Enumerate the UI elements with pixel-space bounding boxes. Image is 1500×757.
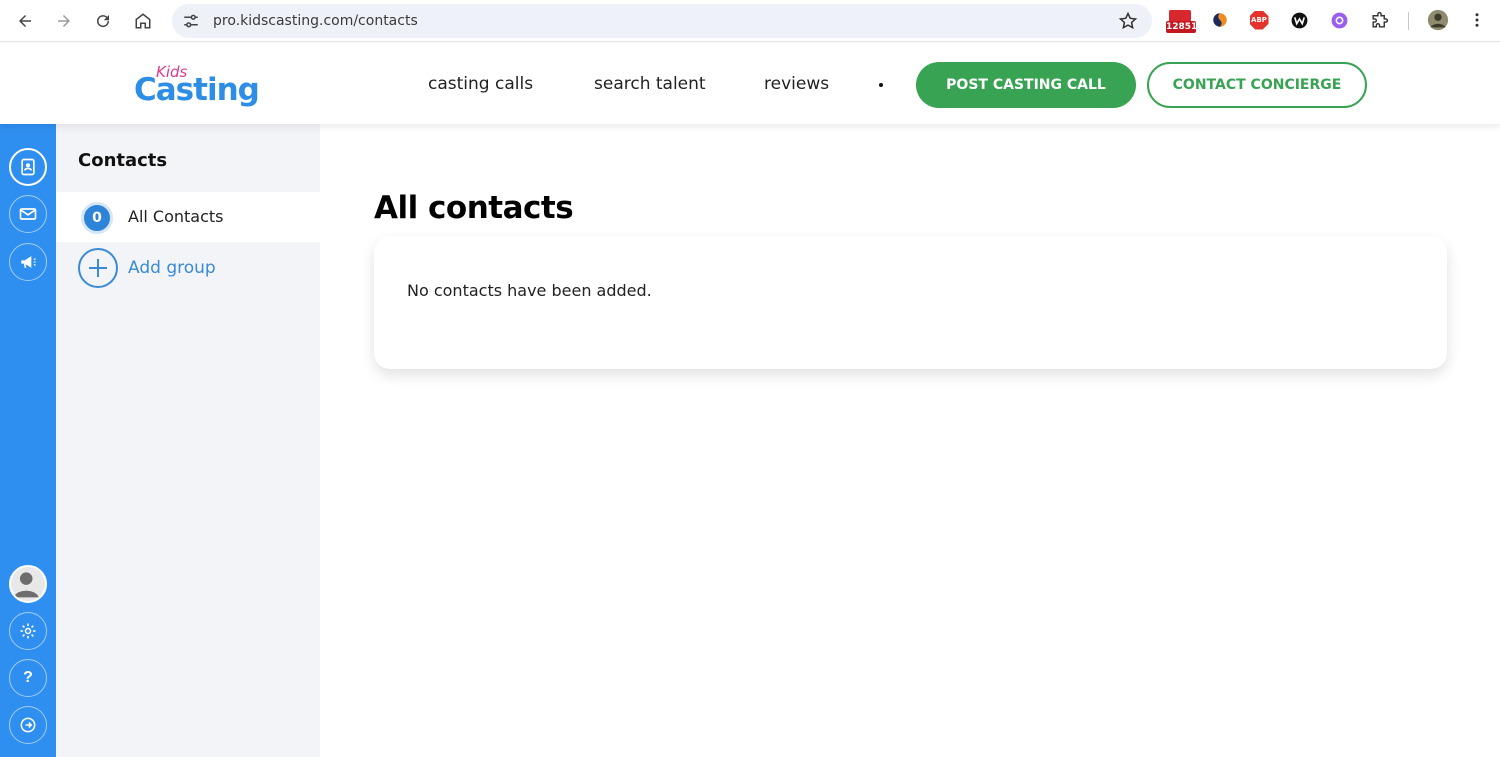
user-avatar[interactable] [9,565,47,603]
sidebar-item-all-contacts[interactable]: 0 All Contacts [56,192,320,242]
extension-purple-icon[interactable] [1328,9,1350,31]
site-header: Kids Casting casting calls search talent… [0,43,1500,124]
sidebar-item-label: All Contacts [128,207,224,226]
nav-casting-calls[interactable]: casting calls [428,74,533,94]
profile-avatar-icon[interactable] [1427,9,1449,31]
url-text: pro.kidscasting.com/contacts [213,13,418,29]
contacts-icon [21,158,35,176]
back-button[interactable] [10,6,40,36]
nav-reviews[interactable]: reviews [764,74,829,94]
megaphone-icon [21,256,36,268]
arrow-right-icon [58,15,70,27]
bookmark-star-icon[interactable] [1118,11,1138,31]
mail-icon [19,208,37,220]
arrow-left-icon [19,15,31,27]
extension-swirl-icon[interactable] [1209,9,1231,31]
nav-search-talent[interactable]: search talent [594,74,706,94]
help-rail-button[interactable]: ? [9,659,47,697]
contacts-sidebar: Contacts 0 All Contacts Add group [56,124,320,757]
announcements-rail-button[interactable] [9,243,47,281]
contacts-rail-button[interactable] [9,148,47,186]
reload-button[interactable] [88,6,118,36]
address-bar[interactable]: pro.kidscasting.com/contacts [172,4,1152,38]
reload-icon [97,15,110,28]
user-icon [13,572,39,598]
extensions-puzzle-icon[interactable] [1368,9,1390,31]
home-icon [135,13,151,29]
forward-button[interactable] [49,6,79,36]
home-button[interactable] [128,6,158,36]
sidebar-title: Contacts [78,150,168,171]
adblock-plus-icon[interactable]: ABP [1248,9,1270,31]
logout-icon [20,717,36,733]
messages-rail-button[interactable] [9,195,47,233]
gear-icon [20,623,36,639]
gmail-extension-icon[interactable]: 12851 [1166,10,1198,36]
settings-rail-button[interactable] [9,612,47,650]
add-group-button[interactable]: Add group [78,248,278,288]
page-title: All contacts [374,190,574,226]
toolbar-separator [1408,12,1409,30]
post-casting-call-button[interactable]: POST CASTING CALL [916,62,1136,108]
add-group-label: Add group [128,258,216,278]
gmail-unread-count: 12851 [1166,21,1198,33]
kidscasting-logo[interactable]: Kids Casting [134,63,260,108]
icon-rail: ? [0,124,56,757]
site-settings-icon[interactable] [182,12,200,30]
empty-state-message: No contacts have been added. [407,281,652,300]
browser-toolbar: pro.kidscasting.com/contacts 12851 ABP [0,0,1500,42]
contacts-card: No contacts have been added. [374,236,1447,369]
contact-concierge-button[interactable]: CONTACT CONCIERGE [1147,62,1367,108]
plus-circle-icon [78,248,118,288]
contact-count-badge: 0 [81,202,113,234]
nav-dot [879,83,883,87]
browser-menu-icon[interactable] [1466,9,1488,31]
extension-w-icon[interactable] [1288,9,1310,31]
logout-rail-button[interactable] [9,706,47,744]
help-icon: ? [23,669,33,686]
